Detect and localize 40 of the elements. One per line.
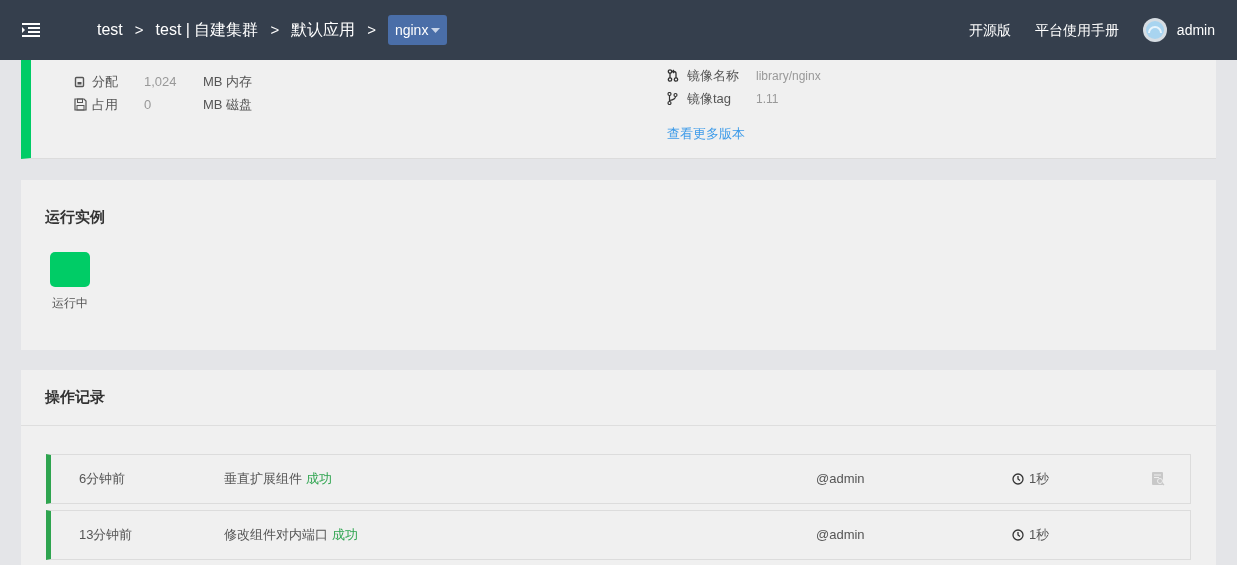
breadcrumb-link[interactable]: test | 自建集群 xyxy=(155,18,259,42)
breadcrumb-link[interactable]: 默认应用 xyxy=(291,18,356,42)
resource-unit: MB 磁盘 xyxy=(203,95,253,114)
caret-icon xyxy=(431,27,441,33)
record-time: 13分钟前 xyxy=(78,526,134,545)
clock-icon xyxy=(1012,529,1024,541)
section-title: 运行实例 xyxy=(45,207,106,227)
resource-value: 1,024 xyxy=(144,72,178,91)
nav-link[interactable]: 开源版 xyxy=(968,19,1011,41)
breadcrumb-link[interactable]: test xyxy=(97,18,123,42)
user-name[interactable]: admin xyxy=(1176,19,1215,41)
breadcrumb-separator: > xyxy=(367,19,376,40)
image-value: library/nginx xyxy=(756,67,821,85)
record-user: @admin xyxy=(816,526,866,545)
branch-icon xyxy=(667,92,678,105)
avatar-icon[interactable] xyxy=(1142,18,1167,42)
menu-icon[interactable] xyxy=(22,23,40,37)
record-action: 修改组件对内端口 成功 xyxy=(224,526,359,545)
clock-icon xyxy=(1012,473,1024,485)
image-label: 镜像tag xyxy=(687,89,733,108)
pull-request-icon xyxy=(667,69,679,82)
resource-label: 占用 xyxy=(92,95,119,114)
resource-unit: MB 内存 xyxy=(203,72,253,91)
breadcrumb-separator: > xyxy=(270,19,280,40)
breadcrumb-separator: > xyxy=(134,19,144,40)
resource-value: 0 xyxy=(144,95,153,114)
record-time: 6分钟前 xyxy=(78,470,127,489)
app-dropdown[interactable]: nginx xyxy=(387,15,448,45)
image-label: 镜像名称 xyxy=(687,66,740,85)
memory-icon xyxy=(74,75,85,88)
section-title: 操作记录 xyxy=(21,370,1216,426)
record-duration: 1秒 xyxy=(1029,526,1050,545)
instance-status: 运行中 xyxy=(52,294,88,312)
record-action: 垂直扩展组件 成功 xyxy=(224,470,333,489)
resource-label: 分配 xyxy=(92,72,119,91)
nav-link[interactable]: 平台使用手册 xyxy=(1034,19,1119,41)
record-duration: 1秒 xyxy=(1029,470,1050,489)
image-value: 1.11 xyxy=(756,90,779,108)
record-user: @admin xyxy=(816,470,866,489)
save-icon xyxy=(74,98,87,111)
